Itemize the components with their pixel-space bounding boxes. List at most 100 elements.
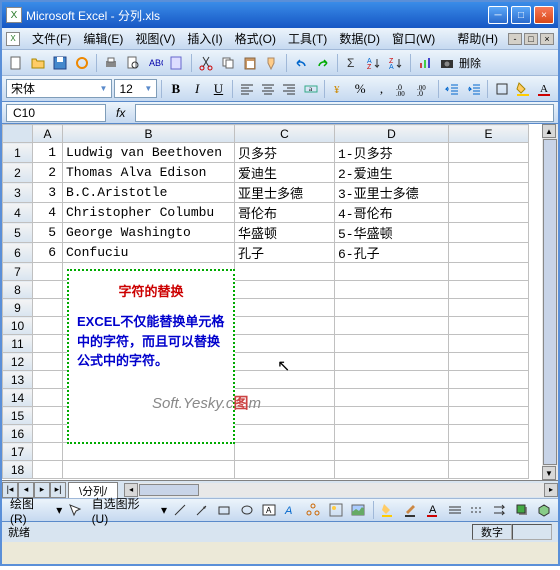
cell[interactable] (335, 389, 449, 407)
cell[interactable] (449, 407, 529, 425)
cell[interactable] (33, 299, 63, 317)
preview-icon[interactable] (123, 53, 143, 73)
cell[interactable]: 4-哥伦布 (335, 203, 449, 223)
cell[interactable]: 1 (33, 143, 63, 163)
diagram-icon[interactable] (304, 500, 323, 520)
cell[interactable] (335, 299, 449, 317)
cell[interactable] (335, 461, 449, 479)
cell[interactable]: 爱迪生 (235, 163, 335, 183)
maximize-button[interactable]: □ (511, 6, 531, 24)
cell[interactable] (335, 281, 449, 299)
cell[interactable] (33, 425, 63, 443)
cell[interactable] (33, 371, 63, 389)
cell[interactable] (449, 299, 529, 317)
cell[interactable] (235, 461, 335, 479)
row-header[interactable]: 5 (3, 223, 33, 243)
research-icon[interactable] (167, 53, 187, 73)
vscroll-thumb[interactable] (543, 139, 557, 465)
cell[interactable] (33, 281, 63, 299)
increase-decimal-icon[interactable]: .0.00 (393, 79, 412, 99)
oval-icon[interactable] (237, 500, 256, 520)
open-icon[interactable] (28, 53, 48, 73)
cell[interactable]: 5-华盛顿 (335, 223, 449, 243)
cell[interactable] (449, 243, 529, 263)
textbox-icon[interactable]: A (259, 500, 278, 520)
font-size-combo[interactable]: 12▼ (114, 79, 157, 98)
cell[interactable] (33, 443, 63, 461)
arrow-icon[interactable] (192, 500, 211, 520)
cell[interactable] (235, 317, 335, 335)
row-header[interactable]: 17 (3, 443, 33, 461)
sort-desc-icon[interactable]: ZA (386, 53, 406, 73)
draw-menu[interactable]: 绘图(R) (6, 495, 53, 526)
doc-minimize-button[interactable]: - (508, 33, 522, 45)
cell[interactable] (449, 163, 529, 183)
decrease-indent-icon[interactable] (443, 79, 462, 99)
text-box[interactable]: 字符的替换 EXCEL不仅能替换单元格中的字符，而且可以替换公式中的字符。 (67, 269, 235, 444)
doc-restore-button[interactable]: □ (524, 33, 538, 45)
underline-button[interactable]: U (209, 79, 228, 99)
cell[interactable] (235, 335, 335, 353)
new-icon[interactable] (6, 53, 26, 73)
cell[interactable]: 3-亚里士多德 (335, 183, 449, 203)
line-icon[interactable] (170, 500, 189, 520)
camera-icon[interactable] (437, 53, 457, 73)
print-icon[interactable] (101, 53, 121, 73)
cell[interactable] (449, 371, 529, 389)
spell-icon[interactable]: ABC (145, 53, 165, 73)
vertical-scrollbar[interactable]: ▲ ▼ (542, 124, 558, 480)
select-all-corner[interactable] (3, 125, 33, 143)
cell[interactable]: 6-孔子 (335, 243, 449, 263)
cell[interactable] (449, 317, 529, 335)
name-box[interactable]: C10 (6, 104, 106, 122)
cell[interactable] (33, 407, 63, 425)
currency-icon[interactable]: ¥ (329, 79, 348, 99)
cell[interactable]: 6 (33, 243, 63, 263)
cell[interactable] (235, 443, 335, 461)
percent-icon[interactable]: % (351, 79, 370, 99)
delete-label[interactable]: 删除 (459, 53, 481, 73)
autoshapes-menu[interactable]: 自选图形(U) (88, 495, 158, 526)
3d-icon[interactable] (535, 500, 554, 520)
line-color-icon[interactable] (401, 500, 420, 520)
menu-file[interactable]: 文件(F) (26, 28, 77, 49)
row-header[interactable]: 12 (3, 353, 33, 371)
cell[interactable]: 贝多芬 (235, 143, 335, 163)
cell[interactable] (449, 425, 529, 443)
cell[interactable] (449, 353, 529, 371)
cell[interactable]: Confuciu (63, 243, 235, 263)
row-header[interactable]: 8 (3, 281, 33, 299)
align-left-icon[interactable] (237, 79, 256, 99)
redo-icon[interactable] (313, 53, 333, 73)
cut-icon[interactable] (196, 53, 216, 73)
cell[interactable]: 2-爱迪生 (335, 163, 449, 183)
scroll-down-button[interactable]: ▼ (542, 466, 556, 480)
minimize-button[interactable]: ─ (488, 6, 508, 24)
arrow-style-icon[interactable] (490, 500, 509, 520)
cell[interactable]: 5 (33, 223, 63, 243)
cell[interactable] (449, 461, 529, 479)
row-header[interactable]: 11 (3, 335, 33, 353)
cell[interactable] (449, 443, 529, 461)
close-button[interactable]: × (534, 6, 554, 24)
cell[interactable] (335, 443, 449, 461)
menu-window[interactable]: 窗口(W) (386, 28, 441, 49)
row-header[interactable]: 10 (3, 317, 33, 335)
cell[interactable] (235, 263, 335, 281)
cell[interactable] (235, 407, 335, 425)
cell[interactable] (449, 389, 529, 407)
cell[interactable]: 亚里士多德 (235, 183, 335, 203)
dash-style-icon[interactable] (468, 500, 487, 520)
sort-asc-icon[interactable]: AZ (364, 53, 384, 73)
fill-color-draw-icon[interactable] (379, 500, 398, 520)
picture-icon[interactable] (348, 500, 367, 520)
cell[interactable]: 哥伦布 (235, 203, 335, 223)
scroll-up-button[interactable]: ▲ (542, 124, 556, 138)
row-header[interactable]: 9 (3, 299, 33, 317)
cell[interactable] (449, 263, 529, 281)
scroll-right-button[interactable]: ▸ (544, 483, 558, 497)
undo-icon[interactable] (291, 53, 311, 73)
decrease-decimal-icon[interactable]: .00.0 (414, 79, 433, 99)
row-header[interactable]: 14 (3, 389, 33, 407)
menu-format[interactable]: 格式(O) (229, 28, 282, 49)
